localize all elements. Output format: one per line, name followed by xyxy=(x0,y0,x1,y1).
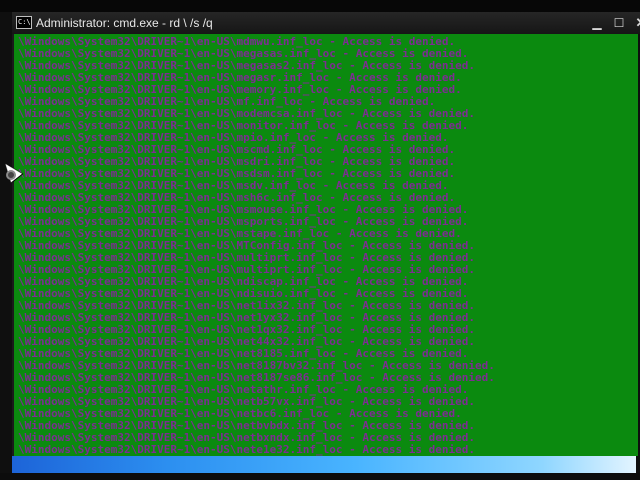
close-button[interactable]: ✕ xyxy=(632,14,640,32)
console-line: \Windows\System32\DRIVER~1\en-US\nete1e3… xyxy=(18,443,475,456)
window-title: Administrator: cmd.exe - rd \ /s /q xyxy=(36,16,213,30)
drag-handle-icon xyxy=(6,170,16,180)
cmd-icon[interactable]: C:\ xyxy=(16,16,32,29)
title-bar[interactable]: C:\ Administrator: cmd.exe - rd \ /s /q … xyxy=(12,12,640,34)
horizontal-scrollbar[interactable] xyxy=(12,456,636,473)
window-top-band xyxy=(0,0,640,12)
console-output[interactable]: \Windows\System32\DRIVER~1\en-US\mdmwu.i… xyxy=(12,34,638,456)
window-bottom-border xyxy=(0,473,640,480)
minimize-button[interactable]: ▁ xyxy=(588,14,606,32)
console-lines: \Windows\System32\DRIVER~1\en-US\mdmwu.i… xyxy=(18,36,495,456)
scrollbar-thumb[interactable] xyxy=(12,458,636,471)
maximize-button[interactable]: ☐ xyxy=(610,14,628,32)
